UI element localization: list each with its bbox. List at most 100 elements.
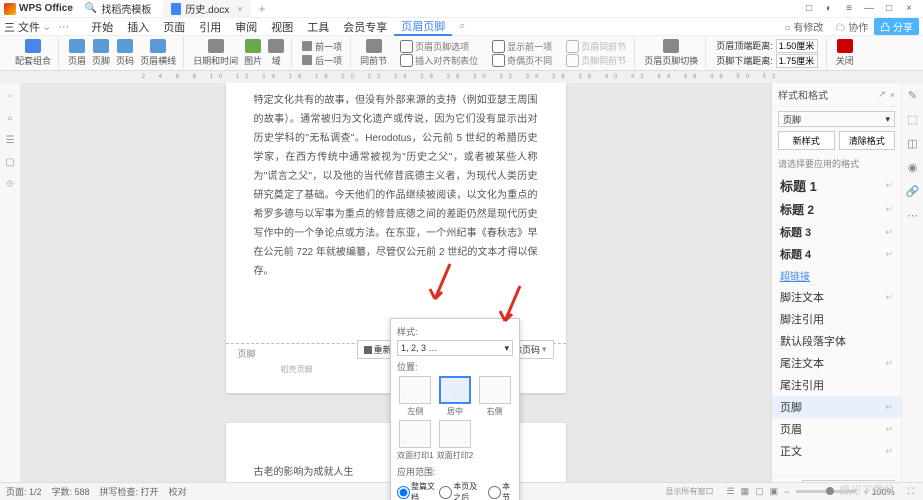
document-area[interactable]: 特定文化共有的故事，但没有外部来源的支持（例如亚瑟王周围的故事）。通常被归为文化… xyxy=(20,83,771,500)
style-select[interactable]: 1, 2, 3 …▾ xyxy=(397,340,513,356)
menu-insert[interactable]: 插入 xyxy=(120,19,156,35)
changes-indicator[interactable]: ○ 有修改 xyxy=(779,19,830,34)
ribbon-close[interactable]: 关闭 xyxy=(833,39,857,67)
ribbon-check-align-tab[interactable]: 插入对齐制表位 xyxy=(400,54,478,67)
view-icon[interactable]: ▦ xyxy=(741,486,750,497)
tool-icon[interactable]: ◦ xyxy=(4,91,16,103)
position-center[interactable]: 居中 xyxy=(437,376,474,417)
tab-template-search[interactable]: 🔍 找稻壳模板 xyxy=(77,0,159,18)
clear-format-button[interactable]: 清除格式 xyxy=(839,131,896,150)
shapes-icon[interactable]: ◉ xyxy=(906,161,920,175)
select-icon[interactable]: ⬚ xyxy=(906,113,920,127)
position-duplex2[interactable]: 双面打印2 xyxy=(437,420,474,461)
spellcheck-status[interactable]: 拼写检查: 打开 xyxy=(100,485,159,498)
style-item-heading3[interactable]: 标题 3↵ xyxy=(772,221,901,243)
app-logo: WPS Office xyxy=(4,3,73,15)
style-item-footer[interactable]: 页脚↵ xyxy=(772,396,901,418)
tool-icon[interactable]: ⌕ xyxy=(4,113,16,125)
ribbon-header-line[interactable]: 页眉横线 xyxy=(137,39,179,67)
position-duplex1[interactable]: 双面打印1 xyxy=(397,420,434,461)
window-button[interactable]: □ xyxy=(799,3,819,14)
menu-reference[interactable]: 引用 xyxy=(192,19,228,35)
menu-view[interactable]: 视图 xyxy=(264,19,300,35)
ribbon-combo[interactable]: 配套组合 xyxy=(12,39,54,67)
view-icon[interactable]: ▣ xyxy=(770,486,779,497)
style-item-endnote-text[interactable]: 尾注文本↵ xyxy=(772,352,901,374)
ribbon-header[interactable]: 页眉 xyxy=(65,39,89,67)
window-close-icon[interactable]: × xyxy=(899,3,919,14)
scope-this-section[interactable]: 本节 xyxy=(488,481,513,500)
menu-tools[interactable]: 工具 xyxy=(300,19,336,35)
view-icon[interactable]: ▢ xyxy=(755,486,764,497)
menu-member[interactable]: 会员专享 xyxy=(336,19,394,35)
footer-distance-spinner[interactable]: 页脚下端距离: xyxy=(716,54,818,68)
tool-icon[interactable]: ⟐ xyxy=(4,179,16,191)
zoom-out-icon[interactable]: − xyxy=(784,487,789,497)
menu-more-icon[interactable]: ⋯ xyxy=(51,20,76,33)
current-style-select[interactable]: 页脚▾ xyxy=(778,111,895,127)
tool-icon[interactable]: ☰ xyxy=(4,135,16,147)
horizontal-ruler[interactable]: 2 4 6 8 10 12 14 16 18 20 22 24 26 28 30… xyxy=(0,71,923,83)
more-icon[interactable]: ⋯ xyxy=(906,209,920,223)
ribbon-check-odd-even[interactable]: 奇偶页不同 xyxy=(492,54,552,67)
ribbon-page-number[interactable]: 页码 xyxy=(113,39,137,67)
ribbon-prev[interactable]: 前一项 xyxy=(302,40,342,53)
style-item-normal[interactable]: 正文↵ xyxy=(772,440,901,462)
ribbon-toggle-hf[interactable]: 页眉页脚切换 xyxy=(641,39,701,67)
ribbon-next[interactable]: 后一项 xyxy=(302,54,342,67)
window-settings[interactable]: 显示所有窗口 xyxy=(666,486,714,497)
share-button[interactable]: 凸 分享 xyxy=(874,18,919,35)
ribbon-same-prev[interactable]: 同前节 xyxy=(357,39,390,67)
style-item-hyperlink[interactable]: 超链接 xyxy=(772,265,901,286)
style-item-heading2[interactable]: 标题 2↵ xyxy=(772,198,901,221)
position-left[interactable]: 左侧 xyxy=(397,376,434,417)
expand-icon[interactable]: ⛶ xyxy=(908,486,914,497)
pencil-icon[interactable]: ✎ xyxy=(906,89,920,103)
style-item-footnote-text[interactable]: 脚注文本↵ xyxy=(772,286,901,308)
style-item-heading1[interactable]: 标题 1↵ xyxy=(772,173,901,198)
ribbon-check-hf-options[interactable]: 页眉页脚选项 xyxy=(400,40,478,53)
scope-label: 应用范围: xyxy=(397,465,513,478)
style-item-endnote-ref[interactable]: 尾注引用 xyxy=(772,374,901,396)
link-icon[interactable]: 🔗 xyxy=(906,185,920,199)
style-item-default-font[interactable]: 默认段落字体 xyxy=(772,330,901,352)
tab-document[interactable]: 历史.docx × xyxy=(163,0,250,18)
page-indicator[interactable]: 页面: 1/2 xyxy=(6,485,42,498)
file-menu[interactable]: 三 文件⌄ xyxy=(4,19,51,35)
new-style-button[interactable]: 新样式 xyxy=(778,131,835,150)
style-item-heading4[interactable]: 标题 4↵ xyxy=(772,243,901,265)
ribbon-check-footer-same: 页脚同前节 xyxy=(566,54,626,67)
ribbon-footer[interactable]: 页脚 xyxy=(89,39,113,67)
panel-close-icon[interactable]: × xyxy=(890,90,895,100)
collaborate-button[interactable]: ☁ 协作 xyxy=(829,19,874,34)
ribbon-picture[interactable]: 图片 xyxy=(241,39,265,67)
styles-list[interactable]: 标题 1↵ 标题 2↵ 标题 3↵ 标题 4↵ 超链接 脚注文本↵ 脚注引用 默… xyxy=(772,173,901,475)
style-item-footnote-ref[interactable]: 脚注引用 xyxy=(772,308,901,330)
footer-tag[interactable]: 稻壳页脚 xyxy=(281,364,313,375)
window-menu-icon[interactable]: ≡ xyxy=(839,3,859,14)
panel-menu-icon[interactable]: ↗ xyxy=(878,89,886,100)
ribbon-check-show-prev[interactable]: 显示前一项 xyxy=(492,40,552,53)
add-tab-button[interactable]: + xyxy=(259,2,266,16)
menu-header-footer[interactable]: 页眉页脚 xyxy=(394,18,452,36)
style-item-header[interactable]: 页眉↵ xyxy=(772,418,901,440)
layers-icon[interactable]: ◫ xyxy=(906,137,920,151)
window-button[interactable]: ◐ xyxy=(819,3,839,14)
view-icon[interactable]: ☰ xyxy=(727,486,735,497)
scope-this-page-after[interactable]: 本页及之后 xyxy=(439,481,484,500)
window-maximize-icon[interactable]: □ xyxy=(879,3,899,14)
proofread-status[interactable]: 校对 xyxy=(169,485,187,498)
header-distance-spinner[interactable]: 页眉顶端距离: xyxy=(716,39,818,53)
tab-close-icon[interactable]: × xyxy=(237,4,242,14)
tool-icon[interactable]: ▢ xyxy=(4,157,16,169)
word-count[interactable]: 字数: 588 xyxy=(52,485,90,498)
ribbon-datetime[interactable]: 日期和时间 xyxy=(190,39,241,67)
position-right[interactable]: 右侧 xyxy=(476,376,513,417)
search-icon[interactable]: ⌕ xyxy=(452,20,472,33)
window-minimize-icon[interactable]: — xyxy=(859,3,879,14)
menu-start[interactable]: 开始 xyxy=(84,19,120,35)
scope-whole-doc[interactable]: 整篇文档 xyxy=(397,481,435,500)
menu-review[interactable]: 审阅 xyxy=(228,19,264,35)
ribbon-fields[interactable]: 域 xyxy=(265,39,287,67)
menu-page[interactable]: 页面 xyxy=(156,19,192,35)
